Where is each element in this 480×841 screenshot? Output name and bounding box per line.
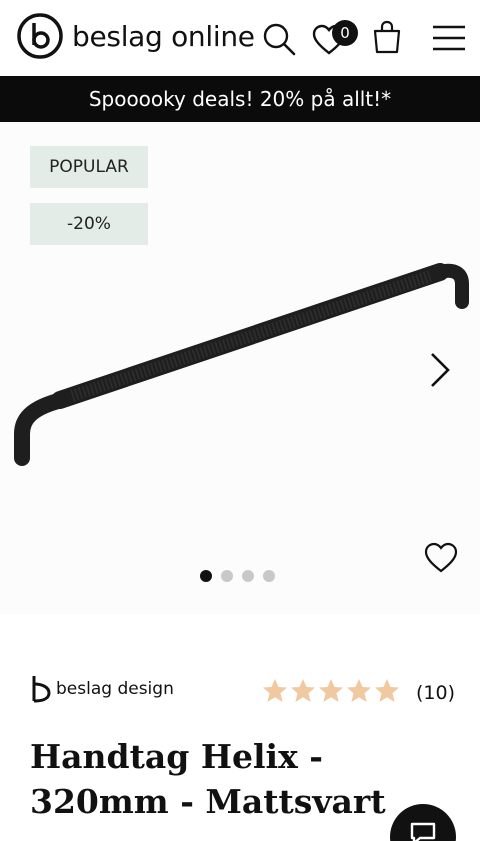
bag-icon[interactable]	[372, 20, 402, 54]
promo-text: Spooooky deals! 20% på allt!*	[88, 87, 392, 111]
promo-banner[interactable]: Spooooky deals! 20% på allt!*	[0, 76, 480, 122]
slide-dot[interactable]	[263, 570, 275, 582]
wishlist-button[interactable]: 0	[312, 20, 360, 56]
slide-dot[interactable]	[200, 570, 212, 582]
star-icon	[263, 679, 287, 702]
site-logo[interactable]: beslag online	[16, 12, 255, 60]
rating-stars[interactable]	[262, 678, 400, 704]
next-slide-chevron-icon[interactable]	[424, 350, 454, 390]
brand-label: beslag design	[56, 679, 174, 699]
star-icon	[375, 679, 399, 702]
search-icon[interactable]	[262, 22, 296, 56]
discount-tag: -20%	[30, 203, 148, 245]
site-header: beslag online 0	[0, 0, 480, 76]
slide-indicator	[200, 570, 275, 582]
product-gallery[interactable]: POPULAR -20%	[0, 122, 480, 614]
favorite-heart-icon[interactable]	[424, 542, 458, 574]
logo-icon	[17, 13, 63, 59]
slide-dot[interactable]	[242, 570, 254, 582]
popular-tag: POPULAR	[30, 146, 148, 188]
chat-icon	[410, 822, 436, 841]
star-icon	[319, 679, 343, 702]
brand-name: beslag online	[72, 19, 255, 53]
slide-dot[interactable]	[221, 570, 233, 582]
menu-icon[interactable]	[432, 24, 466, 52]
rating-count[interactable]: (10)	[416, 682, 455, 704]
product-image	[13, 263, 469, 466]
brand-logo-icon	[32, 676, 51, 703]
product-brand[interactable]: beslag design	[30, 674, 174, 704]
star-icon	[347, 679, 371, 702]
wishlist-count-badge: 0	[332, 20, 358, 46]
star-icon	[291, 679, 315, 702]
product-title: Handtag Helix - 320mm - Mattsvart	[30, 737, 386, 821]
